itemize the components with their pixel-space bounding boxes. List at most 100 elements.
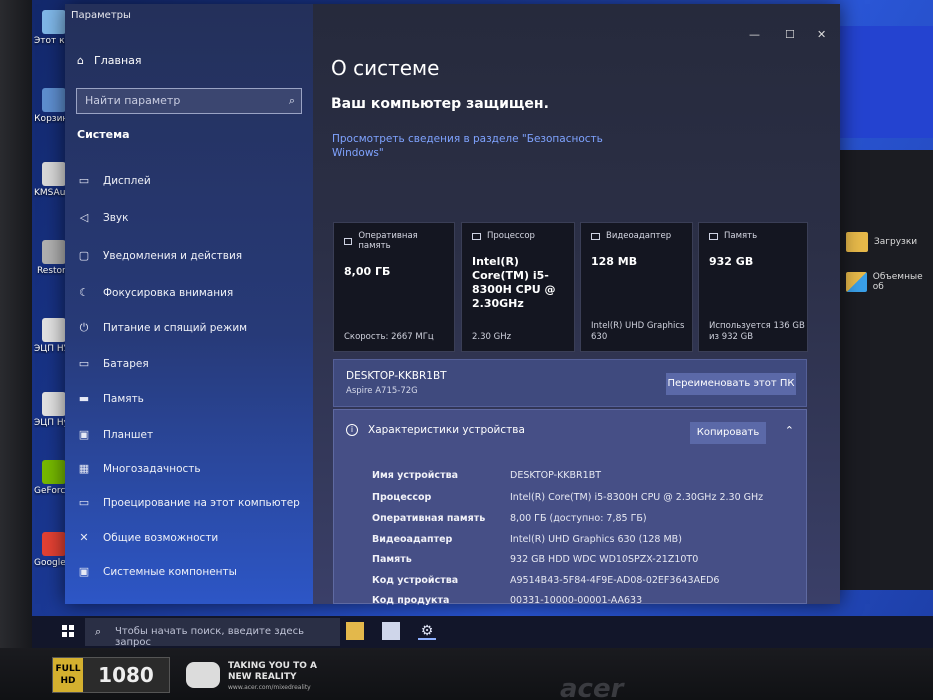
spec-row-value[interactable]: Intel(R) UHD Graphics 630 (128 MB) bbox=[510, 534, 682, 545]
settings-search-input[interactable]: Найти параметр ⌕ bbox=[76, 88, 302, 114]
spec-row-value[interactable]: DESKTOP-KKBR1BT bbox=[510, 470, 601, 481]
spec-card-subtext: 2.30 GHz bbox=[472, 332, 512, 342]
mixed-reality-sticker: TAKING YOU TO A NEW REALITY bbox=[228, 661, 317, 682]
sound-icon: ◁ bbox=[79, 211, 89, 224]
spec-row: Код продукта 00331-10000-00001-AA633 bbox=[372, 595, 642, 606]
spec-card-value: 932 GB bbox=[709, 255, 754, 268]
nav-item[interactable]: ▭ Дисплей bbox=[77, 174, 151, 187]
chevron-up-icon[interactable]: ⌃ bbox=[785, 424, 794, 437]
nav-item-label: Системные компоненты bbox=[103, 565, 237, 578]
spec-card-value: Intel(R) Core(TM) i5-8300H CPU @ 2.30GHz bbox=[472, 255, 556, 310]
shared-icon: ✕ bbox=[79, 531, 89, 544]
screen: Этот компьютерКорзинаKMSAutoRestoroЭЦП Н… bbox=[32, 0, 933, 648]
spec-row: Оперативная память 8,00 ГБ (доступно: 7,8… bbox=[372, 513, 647, 524]
moon-icon: ☾ bbox=[79, 286, 89, 299]
spec-card-subtext: Используется 136 GB из 932 GB bbox=[709, 321, 805, 342]
desktop-app-icon bbox=[42, 392, 66, 416]
nav-item[interactable]: ⏻ Питание и спящий режим bbox=[77, 321, 247, 335]
copy-button[interactable]: Копировать bbox=[690, 422, 766, 444]
display-icon: ▭ bbox=[78, 174, 90, 187]
spec-card: Видеоадаптер 128 MB Intel(R) UHD Graphics … bbox=[580, 222, 693, 352]
spec-row-value[interactable]: 00331-10000-00001-AA633 bbox=[510, 595, 642, 606]
nav-section-title: Система bbox=[77, 128, 130, 141]
spec-card-header: Оперативная память bbox=[344, 231, 444, 251]
minimize-button[interactable]: — bbox=[749, 28, 760, 41]
spec-card-header: Видеоадаптер bbox=[591, 231, 682, 241]
spec-card-subtext: Скорость: 2667 МГц bbox=[344, 332, 434, 342]
nav-item-label: Фокусировка внимания bbox=[103, 286, 234, 299]
spec-row-value[interactable]: Intel(R) Core(TM) i5-8300H CPU @ 2.30GHz… bbox=[510, 492, 763, 503]
vr-headset-icon bbox=[186, 662, 220, 688]
hardware-icon bbox=[344, 237, 353, 245]
spec-row-label: Память bbox=[372, 554, 412, 565]
pc-name: DESKTOP-KKBR1BT bbox=[346, 370, 447, 382]
nav-item[interactable]: ▭ Батарея bbox=[77, 357, 149, 370]
start-button[interactable] bbox=[62, 625, 74, 637]
spec-row-label: Имя устройства bbox=[372, 470, 458, 481]
spec-row-label: Код продукта bbox=[372, 595, 450, 606]
hardware-icon bbox=[709, 232, 718, 240]
spec-card-title: Память bbox=[724, 231, 758, 241]
nav-item[interactable]: ▣ Планшет bbox=[77, 428, 153, 441]
pc-name-panel: DESKTOP-KKBR1BT Aspire A715-72G Переимен… bbox=[333, 359, 807, 407]
search-icon: ⌕ bbox=[95, 625, 102, 638]
resolution-label: 1080 bbox=[98, 663, 154, 687]
security-link[interactable]: Просмотреть сведения в разделе "Безопасн… bbox=[332, 132, 612, 160]
nav-item-label: Планшет bbox=[103, 428, 154, 441]
explorer-item-downloads[interactable]: Загрузки bbox=[846, 232, 917, 252]
home-icon: ⌂ bbox=[77, 54, 84, 67]
downloads-folder-icon bbox=[846, 232, 868, 252]
nav-item[interactable]: ▭ Проецирование на этот компьютер bbox=[77, 496, 300, 509]
nav-item[interactable]: ▦ Многозадачность bbox=[77, 462, 201, 475]
nav-item-label: Батарея bbox=[103, 357, 149, 370]
nav-item[interactable]: ☾ Фокусировка внимания bbox=[77, 286, 233, 299]
spec-row: Видеоадаптер Intel(R) UHD Graphics 630 (1… bbox=[372, 534, 682, 545]
store-icon[interactable] bbox=[382, 622, 400, 640]
storage-icon: ▬ bbox=[78, 392, 90, 405]
spec-row-value[interactable]: A9514B43-5F84-4F9E-AD08-02EF3643AED6 bbox=[510, 575, 719, 586]
taskbar-search[interactable]: ⌕ Чтобы начать поиск, введите здесь запр… bbox=[85, 618, 340, 648]
full-hd-sticker: FULL HD 1080 bbox=[52, 657, 170, 693]
rename-pc-button[interactable]: Переименовать этот ПК bbox=[666, 373, 796, 395]
hardware-icon bbox=[472, 232, 481, 240]
close-button[interactable]: ✕ bbox=[817, 28, 826, 41]
nav-item-label: Многозадачность bbox=[103, 462, 201, 475]
spec-row-value[interactable]: 932 GB HDD WDC WD10SPZX-21Z10T0 bbox=[510, 554, 698, 565]
device-specs-header[interactable]: i Характеристики устройства bbox=[346, 424, 525, 436]
file-explorer-icon[interactable] bbox=[346, 622, 364, 640]
notifications-icon: ▢ bbox=[78, 249, 90, 262]
info-icon: i bbox=[346, 424, 358, 436]
spec-card: Память 932 GB Используется 136 GB из 932 G… bbox=[698, 222, 808, 352]
settings-window: Параметры ⌂ Главная Найти параметр ⌕ Сис… bbox=[65, 4, 840, 606]
desktop-app-icon bbox=[42, 162, 66, 186]
nav-item[interactable]: ✕ Общие возможности bbox=[77, 531, 218, 544]
search-icon: ⌕ bbox=[288, 94, 295, 107]
nav-item-label: Дисплей bbox=[103, 174, 151, 187]
spec-row-label: Оперативная память bbox=[372, 513, 486, 524]
device-specs-panel: i Характеристики устройства Копировать ⌃… bbox=[333, 409, 807, 606]
nav-item[interactable]: ▬ Память bbox=[77, 392, 144, 405]
pc-model: Aspire A715-72G bbox=[346, 386, 418, 396]
settings-gear-icon[interactable]: ⚙ bbox=[418, 622, 436, 640]
nav-item-label: Общие возможности bbox=[103, 531, 219, 544]
taskbar: ⌕ Чтобы начать поиск, введите здесь запр… bbox=[32, 616, 933, 648]
spec-row-value[interactable]: 8,00 ГБ (доступно: 7,85 ГБ) bbox=[510, 513, 647, 524]
photo: Этот компьютерКорзинаKMSAutoRestoroЭЦП Н… bbox=[0, 0, 933, 700]
spec-card-subtext: Intel(R) UHD Graphics 630 bbox=[591, 321, 685, 342]
maximize-button[interactable]: ☐ bbox=[785, 28, 795, 41]
nav-item-label: Память bbox=[103, 392, 144, 405]
page-title: О системе bbox=[331, 56, 440, 80]
nav-item-label: Проецирование на этот компьютер bbox=[103, 496, 300, 509]
desktop-app-icon bbox=[42, 240, 66, 264]
nav-home[interactable]: ⌂ Главная bbox=[77, 54, 142, 67]
explorer-item-3d-objects[interactable]: Объемные об bbox=[846, 272, 933, 292]
3d-objects-folder-icon bbox=[846, 272, 867, 292]
nav-item[interactable]: ▢ Уведомления и действия bbox=[77, 249, 242, 262]
nav-item[interactable]: ◁ Звук bbox=[77, 211, 129, 224]
spec-card-header: Процессор bbox=[472, 231, 564, 241]
spec-card-title: Оперативная память bbox=[358, 231, 418, 251]
nav-item[interactable]: ▣ Системные компоненты bbox=[77, 565, 237, 578]
spec-row: Имя устройства DESKTOP-KKBR1BT bbox=[372, 470, 601, 481]
spec-card-value: 128 MB bbox=[591, 255, 638, 268]
spec-row-label: Процессор bbox=[372, 492, 432, 503]
